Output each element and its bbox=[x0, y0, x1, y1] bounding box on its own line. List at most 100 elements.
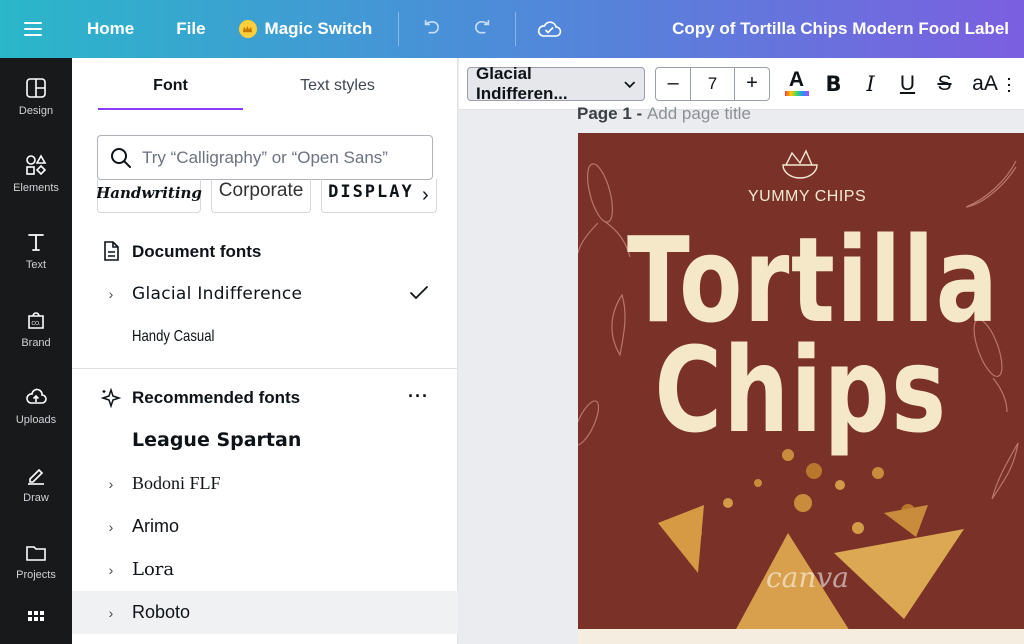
font-name: Lora bbox=[132, 559, 175, 580]
font-name: Bodoni FLF bbox=[132, 473, 221, 493]
design-canvas[interactable]: YUMMY CHIPS Tortilla Chips canva bbox=[578, 133, 1024, 644]
font-name: Handy Casual bbox=[132, 327, 215, 345]
uploads-icon bbox=[26, 388, 47, 405]
text-icon bbox=[28, 234, 44, 252]
font-family-value: Glacial Indifferen... bbox=[476, 63, 568, 103]
rail-item-design[interactable]: Design bbox=[0, 58, 72, 135]
more-options-icon[interactable]: ··· bbox=[408, 386, 429, 407]
redo-icon[interactable] bbox=[457, 0, 507, 58]
font-family-dropdown[interactable]: Glacial Indifferen... bbox=[467, 63, 645, 103]
rail-label: Projects bbox=[16, 569, 56, 582]
apps-grid-icon bbox=[28, 610, 44, 621]
font-row-roboto[interactable]: › Roboto bbox=[72, 591, 458, 634]
sparkle-icon bbox=[100, 387, 122, 409]
chip-handwriting[interactable]: Handwriting bbox=[97, 179, 202, 213]
font-row-league-spartan[interactable]: League Spartan bbox=[72, 418, 458, 461]
rail-label: Draw bbox=[23, 491, 49, 504]
menu-icon[interactable] bbox=[0, 0, 66, 58]
letter-case-button[interactable]: aA bbox=[963, 67, 1007, 101]
font-row-bodoni[interactable]: › Bodoni FLF bbox=[72, 462, 458, 505]
chips-bowl-icon bbox=[782, 149, 818, 179]
top-bar: Home File Magic Switch Copy of Tortilla … bbox=[0, 0, 1024, 58]
chevron-right-icon[interactable]: › bbox=[72, 476, 132, 492]
color-bar bbox=[784, 91, 809, 96]
chevron-right-icon[interactable]: › bbox=[72, 562, 132, 578]
rail-item-brand[interactable]: CO. Brand bbox=[0, 290, 72, 367]
rail-item-apps[interactable] bbox=[0, 600, 72, 640]
magic-switch-label: Magic Switch bbox=[264, 19, 373, 38]
elements-icon bbox=[26, 154, 47, 176]
document-fonts-title: Document fonts bbox=[132, 242, 262, 261]
rail-item-elements[interactable]: Elements bbox=[0, 135, 72, 212]
font-name: Arimo bbox=[132, 516, 180, 536]
chevron-right-icon[interactable]: › bbox=[72, 605, 132, 621]
crown-icon bbox=[238, 20, 257, 38]
brand-text[interactable]: YUMMY CHIPS bbox=[748, 188, 866, 206]
divider bbox=[515, 12, 517, 46]
canva-watermark: canva bbox=[766, 561, 849, 594]
page-number: Page 1 - bbox=[577, 104, 643, 123]
chip-display[interactable]: DISPLAY bbox=[321, 179, 437, 213]
panel-tabs: Font Text styles bbox=[72, 58, 457, 114]
font-category-chips: Handwriting Corporate DISPLAY bbox=[97, 179, 437, 213]
font-size-stepper: – 7 + bbox=[655, 66, 770, 101]
search-icon bbox=[111, 147, 131, 168]
font-panel: Font Text styles Handwriting Corporate D… bbox=[72, 58, 458, 644]
left-rail: Design Elements Text CO. Brand Uploads D… bbox=[0, 58, 72, 644]
file-menu[interactable]: File bbox=[155, 0, 226, 58]
rail-label: Text bbox=[25, 259, 47, 272]
document-icon bbox=[104, 241, 119, 261]
title-line-2[interactable]: Chips bbox=[627, 321, 975, 459]
rail-item-text[interactable]: Text bbox=[0, 213, 72, 290]
font-search bbox=[97, 135, 433, 180]
font-row-lora[interactable]: › Lora bbox=[72, 548, 458, 591]
font-name: League Spartan bbox=[132, 428, 302, 451]
rail-item-projects[interactable]: Projects bbox=[0, 522, 72, 599]
search-input[interactable] bbox=[142, 147, 412, 168]
magic-switch-button[interactable]: Magic Switch bbox=[227, 0, 391, 58]
brand-icon: CO. bbox=[28, 312, 44, 329]
italic-button[interactable]: I bbox=[852, 67, 889, 101]
decrease-size-button[interactable]: – bbox=[656, 68, 690, 100]
undo-icon[interactable] bbox=[407, 0, 457, 58]
underline-button[interactable]: U bbox=[889, 67, 926, 101]
text-color-button[interactable]: A bbox=[778, 67, 815, 101]
font-name: Roboto bbox=[132, 602, 191, 622]
recommended-fonts-title: Recommended fonts bbox=[132, 388, 301, 407]
tab-font[interactable]: Font bbox=[98, 58, 243, 114]
divider bbox=[398, 12, 400, 46]
text-color-icon: A bbox=[788, 68, 805, 91]
draw-icon bbox=[28, 468, 44, 485]
rail-item-draw[interactable]: Draw bbox=[0, 445, 72, 522]
page-label: Page 1 - Add page title bbox=[577, 104, 751, 124]
list-icon[interactable] bbox=[1007, 67, 1023, 101]
tortilla-chips-image bbox=[578, 449, 1024, 644]
document-title[interactable]: Copy of Tortilla Chips Modern Food Label bbox=[672, 0, 1009, 58]
font-name: Glacial Indifference bbox=[132, 283, 303, 304]
strikethrough-button[interactable]: S bbox=[926, 67, 963, 101]
home-link[interactable]: Home bbox=[66, 0, 155, 58]
divider bbox=[72, 368, 458, 369]
page-title-input[interactable]: Add page title bbox=[647, 104, 751, 123]
rail-label: Uploads bbox=[15, 414, 57, 427]
bold-button[interactable]: B bbox=[815, 67, 852, 101]
cloud-saved-icon[interactable] bbox=[524, 0, 574, 58]
design-icon bbox=[26, 77, 46, 98]
svg-text:CO.: CO. bbox=[32, 321, 41, 327]
rail-label: Design bbox=[18, 104, 54, 117]
chip-corporate[interactable]: Corporate bbox=[211, 179, 312, 213]
increase-size-button[interactable]: + bbox=[735, 68, 769, 100]
font-row-glacial[interactable]: › Glacial Indifference bbox=[72, 272, 458, 315]
font-size-input[interactable]: 7 bbox=[690, 67, 735, 100]
rail-label: Brand bbox=[21, 336, 51, 349]
checkmark-icon bbox=[410, 286, 428, 300]
chevron-right-icon[interactable]: › bbox=[422, 184, 429, 207]
rail-label: Elements bbox=[13, 182, 59, 195]
chevron-down-icon bbox=[623, 80, 635, 88]
rail-item-uploads[interactable]: Uploads bbox=[0, 368, 72, 445]
font-row-handy-casual[interactable]: Handy Casual bbox=[72, 315, 458, 358]
tab-text-styles[interactable]: Text styles bbox=[265, 58, 410, 114]
font-row-arimo[interactable]: › Arimo bbox=[72, 505, 458, 548]
chevron-right-icon[interactable]: › bbox=[72, 519, 132, 535]
chevron-right-icon[interactable]: › bbox=[72, 286, 132, 302]
